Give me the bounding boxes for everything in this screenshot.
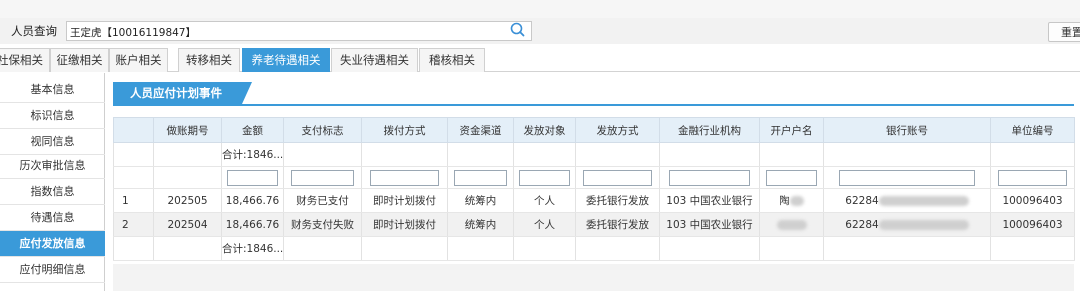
sidebar: 基本信息 标识信息 视同信息 历次审批信息 指数信息 待遇信息 应付发放信息 应… (0, 73, 105, 291)
cell-account-no: 62284 (823, 212, 991, 237)
filter-input-account-name[interactable] (765, 169, 818, 186)
amount-sum-bottom: 合计:1846... (221, 236, 284, 261)
sidebar-item-benefit-info[interactable]: 待遇信息 (0, 205, 105, 231)
amount-sum-top: 合计:1846... (221, 142, 284, 167)
col-header-target[interactable]: 发放对象 (513, 117, 576, 143)
cell-account-name: 陶 (759, 188, 824, 213)
search-icon[interactable] (509, 22, 527, 38)
col-header-period[interactable]: 做账期号 (153, 117, 222, 143)
cell-target: 个人 (513, 212, 576, 237)
col-header-method[interactable]: 拨付方式 (361, 117, 448, 143)
filter-input-amount[interactable] (227, 169, 278, 186)
filter-input-method[interactable] (369, 169, 440, 186)
tab-unemployment-benefits[interactable]: 失业待遇相关 (331, 48, 418, 72)
cell-unit-no: 100096403 (990, 188, 1075, 213)
col-header-amount[interactable]: 金额 (221, 117, 284, 143)
query-label: 人员查询 (11, 24, 57, 38)
cell-amount: 18,466.76 (221, 212, 284, 237)
cell-period: 202505 (153, 188, 222, 213)
filter-input-pay-flag[interactable] (290, 169, 355, 186)
tab-audit[interactable]: 稽核相关 (419, 48, 485, 72)
cell-pay-flag: 财务已支付 (283, 188, 362, 213)
col-header-channel[interactable]: 资金渠道 (447, 117, 514, 143)
person-query-input[interactable]: 王定虎【10016119847】 (66, 21, 532, 41)
summary-row-bottom: 合计:1846... (113, 236, 1075, 261)
redacted-mask (878, 195, 969, 206)
table-header-row: 做账期号 金额 支付标志 拨付方式 资金渠道 发放对象 发放方式 金融行业机构 … (113, 117, 1075, 143)
filter-row (113, 166, 1075, 189)
sidebar-item-approval-history[interactable]: 历次审批信息 (0, 153, 105, 179)
sidebar-item-basic-info[interactable]: 基本信息 (0, 77, 105, 103)
filter-input-account-no[interactable] (838, 169, 976, 186)
filter-input-unit-no[interactable] (998, 169, 1067, 186)
filter-input-bank[interactable] (668, 169, 751, 186)
redacted-mask (878, 219, 969, 230)
category-tab-bar: 社保相关 征缴相关 账户相关 转移相关 养老待遇相关 失业待遇相关 稽核相关 (0, 46, 1080, 72)
cell-method: 即时计划拨付 (361, 212, 448, 237)
reset-button[interactable]: 重置 (1048, 22, 1080, 42)
row-index: 2 (113, 212, 154, 237)
person-query-value: 王定虎【10016119847】 (70, 27, 196, 39)
main-content: 人员应付计划事件 做账期号 金额 支付标志 拨付方式 资金渠道 发放对象 发放方… (106, 73, 1080, 291)
table-row[interactable]: 2 202504 18,466.76 财务支付失败 即时计划拨付 统筹内 个人 … (113, 212, 1075, 237)
sidebar-item-deemed-info[interactable]: 视同信息 (0, 129, 105, 155)
tab-social-insurance[interactable]: 社保相关 (0, 48, 50, 72)
person-query-bar: 人员查询 王定虎【10016119847】 重置 (0, 18, 1080, 44)
sidebar-item-payable-issue-info[interactable]: 应付发放信息 (0, 231, 105, 257)
summary-row-top: 合计:1846... (113, 142, 1075, 167)
tab-collection[interactable]: 征缴相关 (50, 48, 109, 72)
col-header-unit-no[interactable]: 单位编号 (990, 117, 1075, 143)
sidebar-item-identity-info[interactable]: 标识信息 (0, 103, 105, 129)
cell-bank: 103 中国农业银行 (659, 188, 760, 213)
top-strip (0, 0, 1080, 18)
table-row[interactable]: 1 202505 18,466.76 财务已支付 即时计划拨付 统筹内 个人 委… (113, 188, 1075, 213)
cell-method: 即时计划拨付 (361, 188, 448, 213)
col-header-account-name[interactable]: 开户户名 (759, 117, 824, 143)
cell-pay-flag: 财务支付失败 (283, 212, 362, 237)
col-header-pay-flag[interactable]: 支付标志 (283, 117, 362, 143)
table-footer-area (113, 264, 1074, 291)
redacted-mask (789, 196, 804, 206)
cell-bank: 103 中国农业银行 (659, 212, 760, 237)
cell-channel: 统筹内 (447, 188, 514, 213)
account-no-text: 62284 (845, 194, 879, 207)
filter-input-channel[interactable] (453, 169, 508, 186)
cell-account-name (759, 212, 824, 237)
cell-account-no: 62284 (823, 188, 991, 213)
payable-plan-table: 做账期号 金额 支付标志 拨付方式 资金渠道 发放对象 发放方式 金融行业机构 … (113, 117, 1075, 261)
sidebar-item-payable-detail-info[interactable]: 应付明细信息 (0, 257, 105, 283)
account-no-text: 62284 (845, 218, 879, 231)
tab-pension-benefits[interactable]: 养老待遇相关 (242, 48, 330, 72)
cell-issue-way: 委托银行发放 (575, 188, 660, 213)
redacted-mask (776, 219, 807, 230)
tab-account[interactable]: 账户相关 (109, 48, 168, 72)
cell-unit-no: 100096403 (990, 212, 1075, 237)
row-index: 1 (113, 188, 154, 213)
cell-channel: 统筹内 (447, 212, 514, 237)
panel-title[interactable]: 人员应付计划事件 (113, 82, 252, 104)
sidebar-item-index-info[interactable]: 指数信息 (0, 179, 105, 205)
col-header-account-no[interactable]: 银行账号 (823, 117, 991, 143)
tab-transfer[interactable]: 转移相关 (178, 48, 240, 72)
col-header-issue-way[interactable]: 发放方式 (575, 117, 660, 143)
account-name-text: 陶 (779, 195, 790, 207)
cell-issue-way: 委托银行发放 (575, 212, 660, 237)
col-header-bank[interactable]: 金融行业机构 (659, 117, 760, 143)
cell-amount: 18,466.76 (221, 188, 284, 213)
panel-header: 人员应付计划事件 (113, 82, 1074, 106)
col-header-index (113, 117, 154, 143)
cell-period: 202504 (153, 212, 222, 237)
cell-target: 个人 (513, 188, 576, 213)
filter-input-issue-way[interactable] (583, 169, 652, 186)
filter-input-target[interactable] (519, 169, 570, 186)
